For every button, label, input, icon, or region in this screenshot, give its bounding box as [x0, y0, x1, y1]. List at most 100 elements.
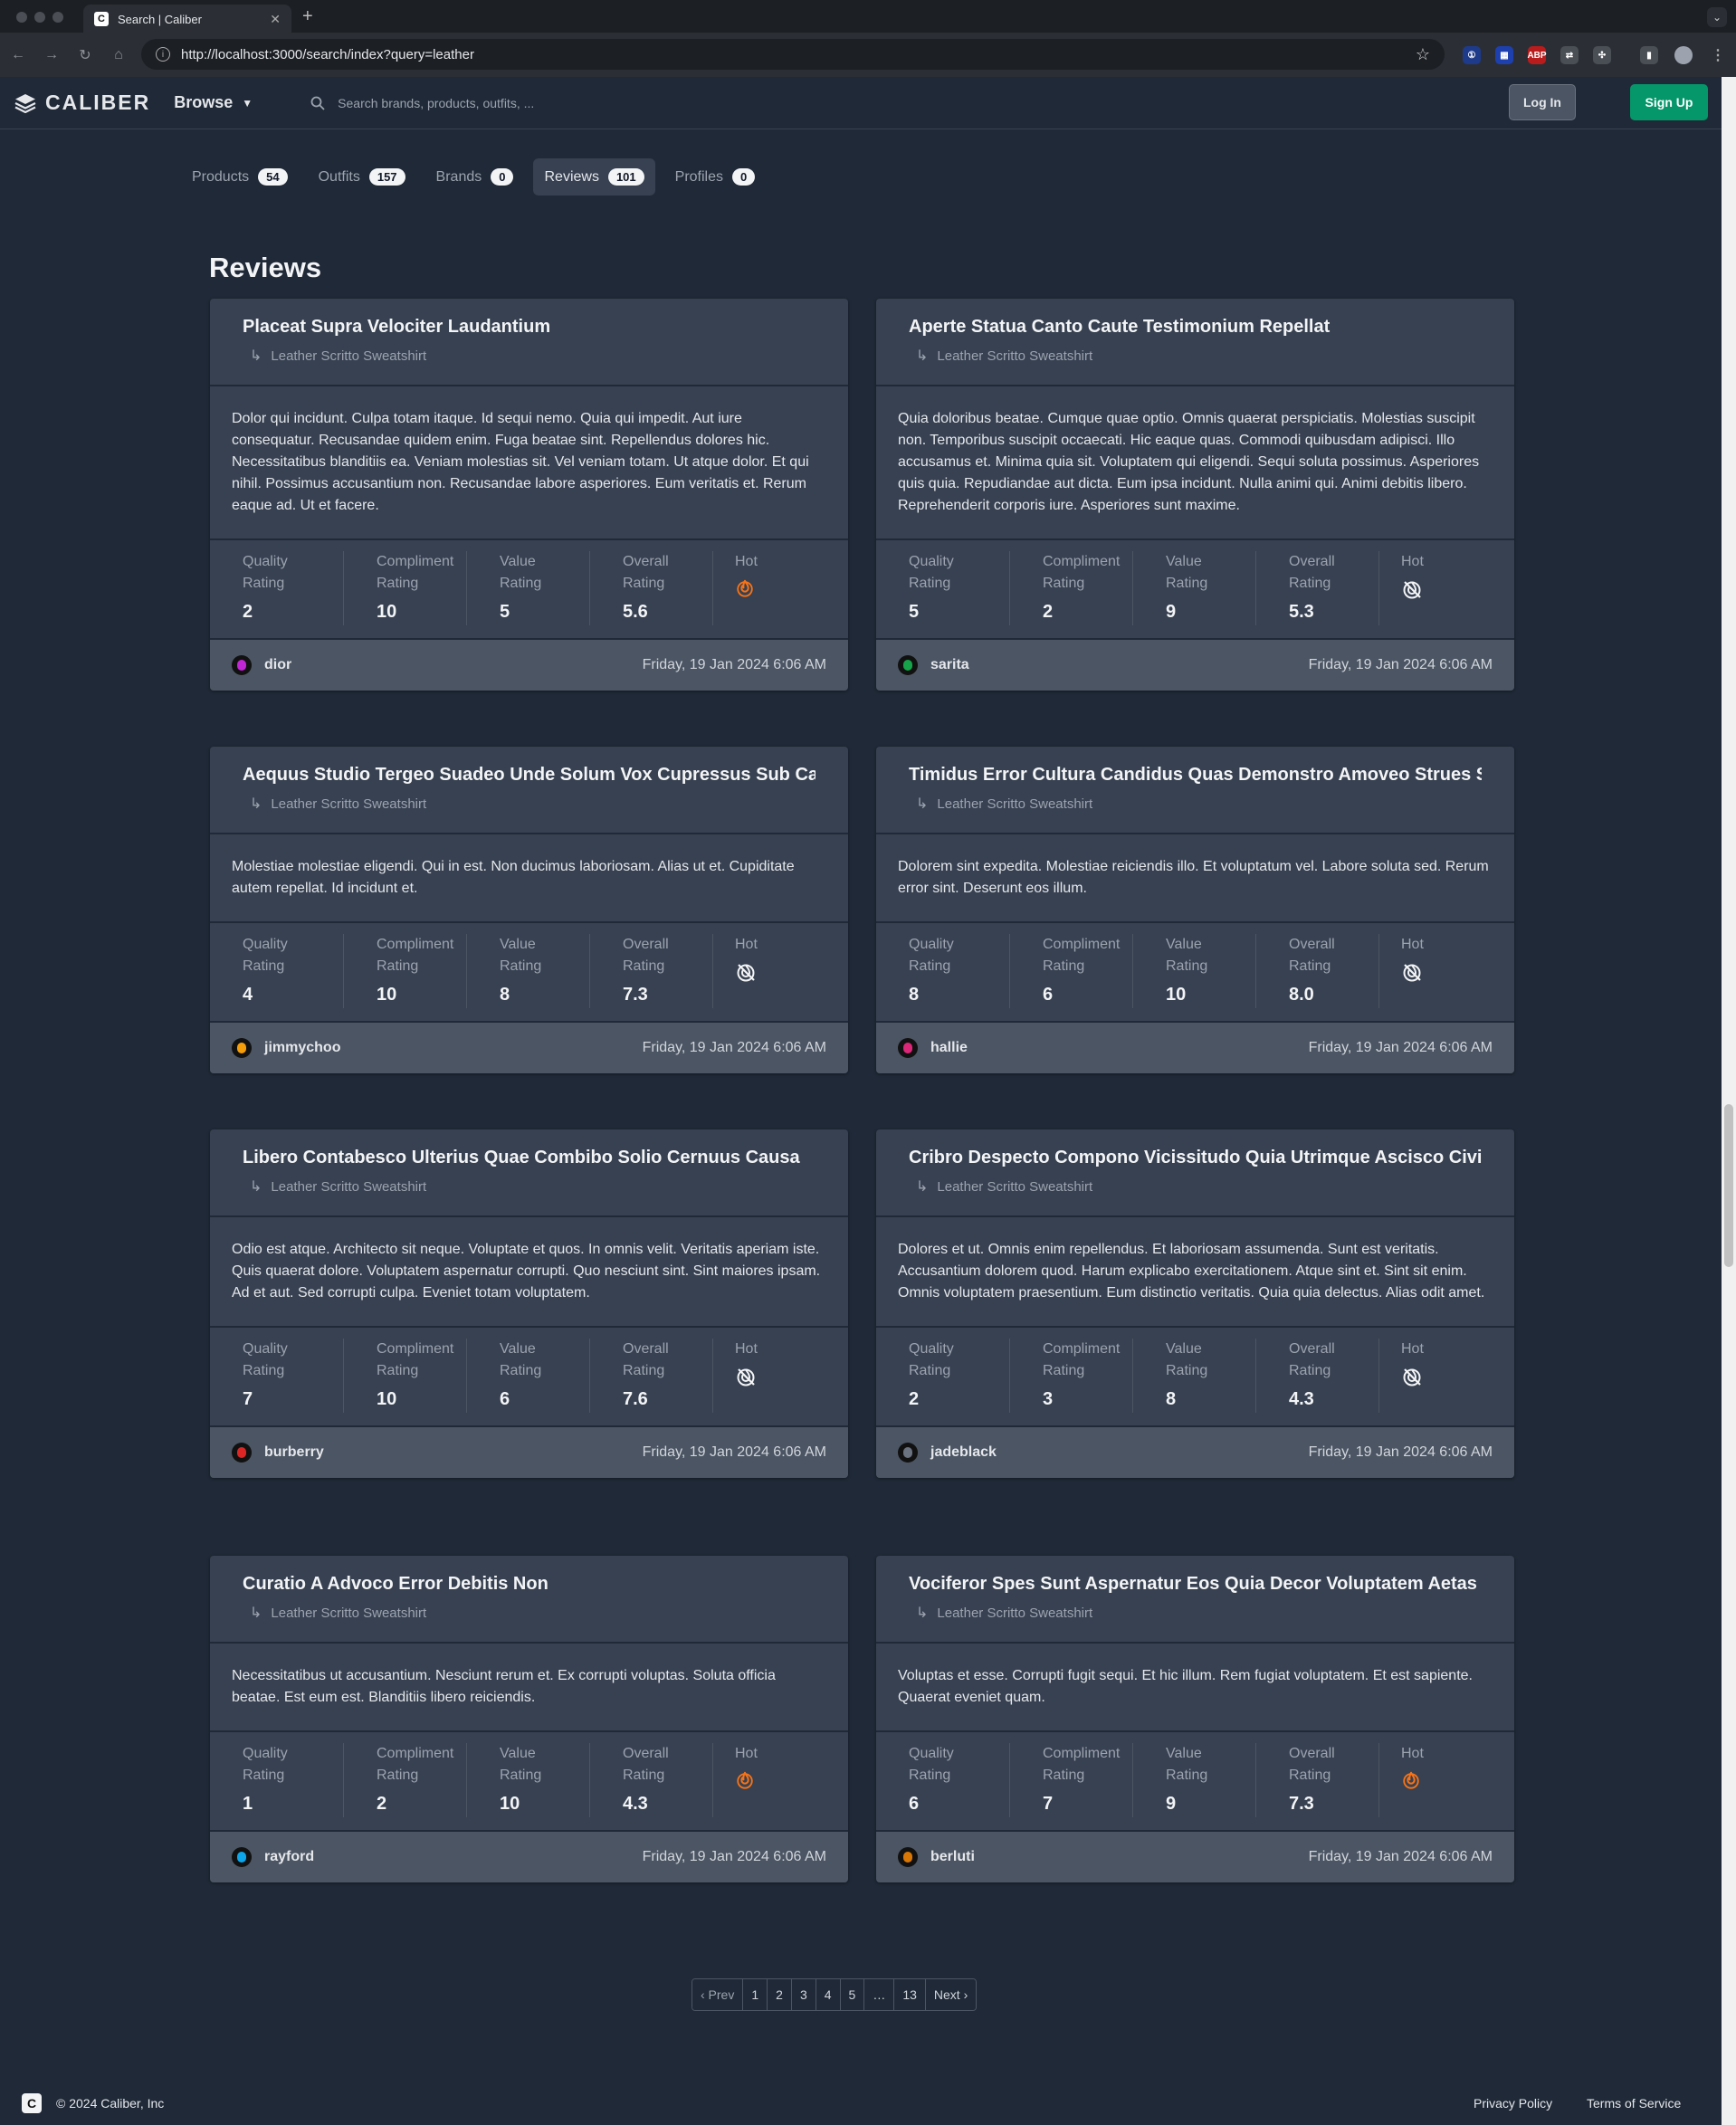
review-author[interactable]: sarita [930, 657, 969, 673]
flame-icon [1401, 1770, 1502, 1795]
review-title[interactable]: Aequus Studio Tergeo Suadeo Unde Solum V… [243, 765, 816, 786]
review-author[interactable]: berluti [930, 1849, 975, 1865]
review-product-link[interactable]: ↳ Leather Scritto Sweatshirt [250, 795, 816, 813]
page-1-button[interactable]: 1 [743, 1979, 768, 2010]
review-author[interactable]: dior [264, 657, 291, 673]
review-product-link[interactable]: ↳ Leather Scritto Sweatshirt [916, 795, 1482, 813]
window-close-dot[interactable] [16, 12, 27, 23]
review-product-link[interactable]: ↳ Leather Scritto Sweatshirt [250, 1604, 816, 1622]
page-4-button[interactable]: 4 [816, 1979, 841, 2010]
signup-button[interactable]: Sign Up [1630, 84, 1708, 120]
side-panel-icon[interactable]: ▮ [1640, 46, 1658, 64]
compliment-rating-label-line1: Compliment [377, 1746, 454, 1761]
window-minimize-dot[interactable] [34, 12, 45, 23]
review-product-link[interactable]: ↳ Leather Scritto Sweatshirt [250, 1177, 816, 1196]
browser-menu-icon[interactable]: ⋮ [1709, 46, 1727, 64]
forward-icon[interactable]: → [36, 47, 67, 63]
avatar[interactable] [898, 1443, 918, 1463]
review-author[interactable]: jadeblack [930, 1444, 997, 1461]
extension-adblock-icon[interactable]: ABP [1527, 46, 1547, 64]
review-author[interactable]: rayford [264, 1849, 314, 1865]
privacy-policy-link[interactable]: Privacy Policy [1474, 2096, 1552, 2111]
avatar[interactable] [898, 1847, 918, 1867]
review-title[interactable]: Cribro Despecto Compono Vicissitudo Quia… [909, 1148, 1482, 1168]
reload-icon[interactable]: ↻ [70, 46, 100, 64]
hot-label: Hot [1401, 1341, 1424, 1357]
quality-rating-label: Quality Rating [243, 1743, 343, 1787]
review-product-link[interactable]: ↳ Leather Scritto Sweatshirt [916, 1177, 1482, 1196]
review-title[interactable]: Aperte Statua Canto Caute Testimonium Re… [909, 317, 1482, 338]
profile-avatar-icon[interactable] [1674, 46, 1693, 64]
app-header: CALIBER Browse ▼ Search brands, products… [0, 77, 1722, 129]
tab-outfits[interactable]: Outfits 157 [308, 158, 416, 195]
extension-1password-icon[interactable]: ① [1463, 46, 1481, 64]
review-product-link[interactable]: ↳ Leather Scritto Sweatshirt [916, 1604, 1482, 1622]
quality-rating-label: Quality Rating [909, 1743, 1009, 1787]
overall-rating: Overall Rating 5.6 [590, 551, 713, 625]
review-ratings: Quality Rating 1 Compliment Rating 2 Value Rati… [210, 1732, 848, 1832]
overall-rating-label-line2: Rating [623, 958, 665, 974]
page-footer: C © 2024 Caliber, Inc Privacy Policy Ter… [0, 2082, 1722, 2125]
login-button[interactable]: Log In [1509, 84, 1576, 120]
address-bar[interactable]: i http://localhost:3000/search/index?que… [141, 39, 1445, 70]
extension-translate-icon[interactable]: ⇄ [1560, 46, 1579, 64]
next-page-button[interactable]: Next › [925, 1979, 977, 2010]
window-zoom-dot[interactable] [52, 12, 63, 23]
compliment-rating-label: Compliment Rating [1043, 551, 1132, 595]
review-title[interactable]: Vociferor Spes Sunt Aspernatur Eos Quia … [909, 1574, 1482, 1595]
review-title[interactable]: Curatio A Advoco Error Debitis Non [243, 1574, 816, 1595]
new-tab-icon[interactable]: + [302, 6, 313, 27]
page-2-button[interactable]: 2 [768, 1979, 792, 2010]
avatar[interactable] [898, 655, 918, 675]
overall-rating-label-line2: Rating [1289, 1768, 1331, 1783]
tab-products[interactable]: Products 54 [181, 158, 299, 195]
review-footer: rayford Friday, 19 Jan 2024 6:06 AM [210, 1832, 848, 1882]
overall-rating-label: Overall Rating [623, 1339, 712, 1382]
browser-tab[interactable]: C Search | Caliber ✕ [83, 5, 291, 33]
quality-rating-value: 8 [909, 985, 920, 1005]
review-title[interactable]: Libero Contabesco Ulterius Quae Combibo … [243, 1148, 816, 1168]
review-product-link[interactable]: ↳ Leather Scritto Sweatshirt [916, 347, 1482, 365]
home-icon[interactable]: ⌂ [103, 47, 134, 63]
review-footer: berluti Friday, 19 Jan 2024 6:06 AM [876, 1832, 1514, 1882]
review-product-link[interactable]: ↳ Leather Scritto Sweatshirt [250, 347, 816, 365]
page-3-button[interactable]: 3 [791, 1979, 816, 2010]
compliment-rating-label-line1: Compliment [1043, 1746, 1121, 1761]
prev-page-button[interactable]: ‹ Prev [692, 1979, 744, 2010]
review-title[interactable]: Placeat Supra Velociter Laudantium [243, 317, 816, 338]
footer-logo-icon[interactable]: C [22, 2093, 42, 2113]
review-title[interactable]: Timidus Error Cultura Candidus Quas Demo… [909, 765, 1482, 786]
review-author[interactable]: jimmychoo [264, 1040, 340, 1056]
overall-rating-label-line1: Overall [623, 554, 669, 569]
avatar[interactable] [232, 1847, 252, 1867]
review-author[interactable]: burberry [264, 1444, 324, 1461]
avatar[interactable] [232, 1443, 252, 1463]
avatar[interactable] [232, 1038, 252, 1058]
extensions-puzzle-icon[interactable]: ✣ [1593, 46, 1611, 64]
quality-rating-label-line2: Rating [243, 958, 285, 974]
search-input[interactable]: Search brands, products, outfits, ... [310, 96, 763, 110]
back-icon[interactable]: ← [3, 47, 33, 63]
avatar[interactable] [898, 1038, 918, 1058]
page-13-button[interactable]: 13 [894, 1979, 926, 2010]
terms-of-service-link[interactable]: Terms of Service [1587, 2096, 1681, 2111]
avatar[interactable] [232, 655, 252, 675]
review-date: Friday, 19 Jan 2024 6:06 AM [1308, 1849, 1493, 1864]
page-5-button[interactable]: 5 [840, 1979, 865, 2010]
page-scrollbar[interactable] [1722, 77, 1736, 2125]
browse-menu-button[interactable]: Browse ▼ [174, 93, 253, 112]
caliber-logo[interactable]: CALIBER [14, 91, 150, 115]
quality-rating-label-line1: Quality [243, 554, 288, 569]
scrollbar-thumb[interactable] [1724, 1104, 1733, 1267]
tab-brands[interactable]: Brands 0 [425, 158, 525, 195]
tab-reviews[interactable]: Reviews 101 [533, 158, 655, 195]
tab-search-icon[interactable]: ⌄ [1707, 7, 1727, 27]
tab-profiles[interactable]: Profiles 0 [664, 158, 767, 195]
overall-rating: Overall Rating 8.0 [1256, 934, 1379, 1008]
tab-close-icon[interactable]: ✕ [270, 12, 281, 27]
quality-rating: Quality Rating 2 [876, 1339, 1010, 1413]
bookmark-star-icon[interactable]: ☆ [1416, 45, 1430, 64]
review-author[interactable]: hallie [930, 1040, 968, 1056]
site-info-icon[interactable]: i [156, 47, 170, 62]
extension-grid-icon[interactable]: ▦ [1495, 46, 1513, 64]
